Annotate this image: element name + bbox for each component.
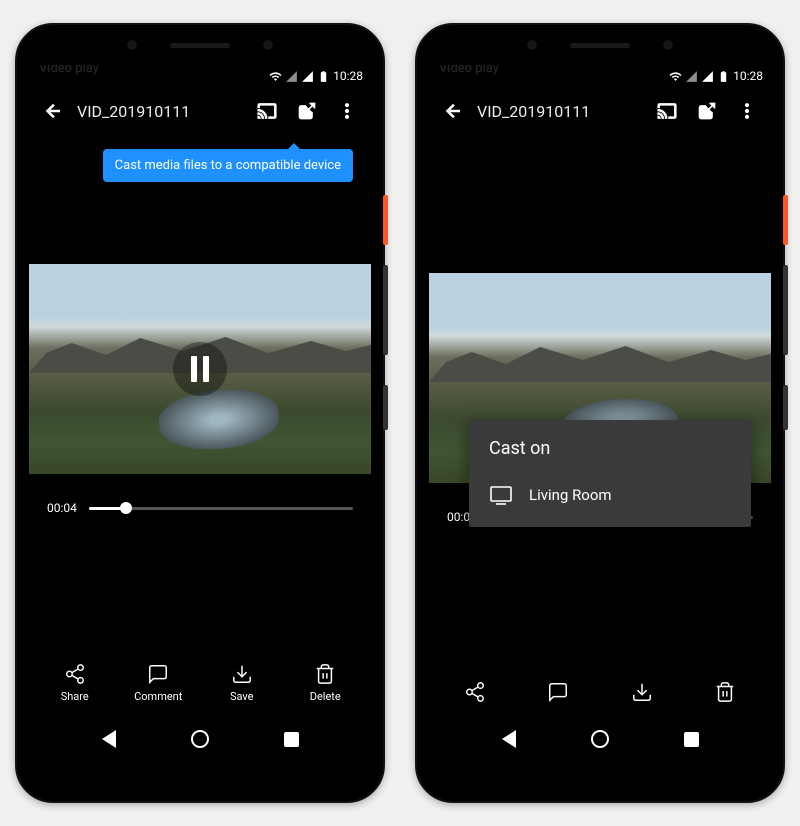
phone-frame-left: Video play 10:28 VID_201910111 Cast medi… [15,23,385,803]
video-area: 00:04 [429,135,771,669]
share-icon [64,663,86,685]
volume-button [383,265,388,355]
cast-icon [257,101,277,121]
cast-button[interactable] [247,91,287,131]
battery-icon [717,70,730,83]
nav-back[interactable] [98,728,120,750]
back-button[interactable] [433,91,473,131]
nav-bar [29,717,371,761]
comment-label: Comment [134,690,182,703]
mountain-graphic [429,342,771,382]
share-label: Share [61,690,89,703]
delete-label: Delete [310,690,341,703]
background-app-label: Video play [39,65,99,76]
wifi-icon [669,70,682,83]
status-time: 10:28 [333,69,363,83]
side-button [783,385,788,430]
save-icon [231,663,253,685]
status-time: 10:28 [733,69,763,83]
background-app-label: Video play [439,65,499,76]
screen-left: Video play 10:28 VID_201910111 Cast medi… [29,65,371,761]
video-title: VID_201910111 [77,102,247,121]
nav-home[interactable] [589,728,611,750]
delete-icon [714,681,736,703]
phone-speaker-left [127,40,137,50]
nav-bar [429,717,771,761]
power-button [383,195,388,245]
share-button[interactable]: Share [445,681,505,703]
video-title: VID_201910111 [477,102,647,121]
nav-home[interactable] [189,728,211,750]
pause-button[interactable] [173,342,227,396]
arrow-left-icon [443,101,463,121]
side-button [383,385,388,430]
cast-device-name: Living Room [529,486,612,504]
comment-button[interactable]: Comment [128,663,188,703]
open-external-button[interactable] [287,91,327,131]
more-vert-icon [337,101,357,121]
delete-button[interactable]: Delete [295,663,355,703]
signal-full-icon [701,70,714,83]
save-icon [631,681,653,703]
delete-icon [314,663,336,685]
delete-button[interactable]: Delete [695,681,755,703]
video-area: 00:04 [29,135,371,651]
share-icon [464,681,486,703]
open-external-button[interactable] [687,91,727,131]
cast-button[interactable] [647,91,687,131]
comment-icon [547,681,569,703]
nav-recent[interactable] [280,728,302,750]
signal-half-icon [285,70,298,83]
arrow-left-icon [43,101,63,121]
action-bar: Share Comment Save Delete [429,669,771,717]
back-button[interactable] [33,91,73,131]
wifi-icon [269,70,282,83]
open-external-icon [297,101,317,121]
save-label: Save [230,690,254,703]
volume-button [783,265,788,355]
action-bar: Share Comment Save Delete [29,651,371,717]
scrubber-row: 00:04 [29,494,371,522]
phone-speaker-left [527,40,537,50]
comment-icon [147,663,169,685]
save-button[interactable]: Save [212,663,272,703]
cast-icon [657,101,677,121]
more-button[interactable] [727,91,767,131]
phone-sensor-right [263,40,273,50]
video-frame[interactable] [29,264,371,474]
save-button[interactable]: Save [612,681,672,703]
nav-recent[interactable] [680,728,702,750]
tv-icon [489,483,513,507]
cast-device-row[interactable]: Living Room [489,473,731,517]
cast-dialog: Cast on Living Room [469,420,751,527]
phone-sensor-right [663,40,673,50]
app-bar: VID_201910111 [429,87,771,135]
phone-frame-right: Video play 10:28 VID_201910111 [415,23,785,803]
battery-icon [317,70,330,83]
open-external-icon [697,101,717,121]
current-time: 00:04 [47,501,77,515]
power-button [783,195,788,245]
signal-full-icon [301,70,314,83]
cast-dialog-header: Cast on [489,438,731,459]
seek-bar[interactable] [89,507,353,510]
more-vert-icon [737,101,757,121]
app-bar: VID_201910111 [29,87,371,135]
screen-right: Video play 10:28 VID_201910111 [429,65,771,761]
comment-button[interactable]: Comment [528,681,588,703]
more-button[interactable] [327,91,367,131]
share-button[interactable]: Share [45,663,105,703]
nav-back[interactable] [498,728,520,750]
signal-half-icon [685,70,698,83]
lake-graphic [157,385,281,454]
